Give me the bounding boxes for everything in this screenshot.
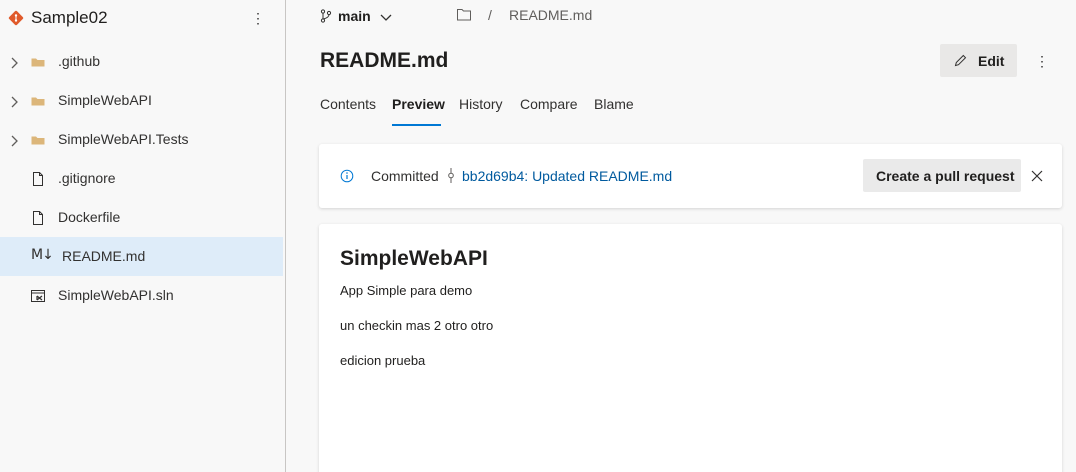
repo-name[interactable]: Sample02 bbox=[31, 8, 108, 28]
tree-item-dockerfile[interactable]: Dockerfile bbox=[0, 198, 283, 237]
readme-preview: SimpleWebAPI App Simple para demo un che… bbox=[319, 224, 1062, 472]
branch-name: main bbox=[338, 8, 371, 24]
page-title: README.md bbox=[320, 49, 449, 72]
pencil-icon bbox=[954, 54, 967, 67]
active-tab-indicator bbox=[392, 124, 441, 126]
git-repo-icon bbox=[8, 10, 24, 26]
tab-blame[interactable]: Blame bbox=[594, 96, 634, 112]
preview-paragraph: App Simple para demo bbox=[340, 283, 473, 298]
folder-icon bbox=[30, 132, 46, 148]
tree-item-simplewebapi[interactable]: SimpleWebAPI bbox=[0, 81, 283, 120]
preview-heading: SimpleWebAPI bbox=[340, 247, 488, 270]
tab-preview[interactable]: Preview bbox=[392, 96, 445, 112]
file-tree: .github SimpleWebAPI SimpleWebAPI.Tests bbox=[0, 42, 285, 315]
visual-studio-solution-icon bbox=[30, 288, 46, 304]
tab-history[interactable]: History bbox=[459, 96, 503, 112]
folder-outline-icon[interactable] bbox=[457, 8, 471, 21]
file-icon bbox=[30, 210, 46, 226]
tree-item-label: SimpleWebAPI bbox=[58, 92, 152, 108]
tree-item-label: SimpleWebAPI.sln bbox=[58, 287, 174, 303]
preview-paragraph: edicion prueba bbox=[340, 353, 426, 368]
repo-header: Sample02 ⋮ bbox=[0, 0, 285, 37]
commit-icon bbox=[446, 168, 456, 184]
tree-item-label: SimpleWebAPI.Tests bbox=[58, 131, 189, 147]
file-tabs: Contents Preview History Compare Blame bbox=[320, 96, 720, 128]
create-pull-request-button[interactable]: Create a pull request bbox=[863, 159, 1021, 192]
git-branch-icon bbox=[320, 9, 332, 23]
tree-item-label: .gitignore bbox=[58, 170, 116, 186]
tree-item-label: README.md bbox=[62, 248, 146, 264]
markdown-icon: M↓ bbox=[31, 247, 54, 263]
chevron-down-icon bbox=[380, 10, 392, 21]
tab-contents[interactable]: Contents bbox=[320, 96, 376, 112]
file-icon bbox=[30, 171, 46, 187]
info-icon bbox=[340, 169, 354, 183]
repo-sidebar: Sample02 ⋮ .github SimpleWebAPI SimpleWe… bbox=[0, 0, 286, 472]
commit-banner: Committed bb2d69b4: Updated README.md Cr… bbox=[319, 144, 1062, 208]
folder-icon bbox=[30, 54, 46, 70]
tree-item-sln[interactable]: SimpleWebAPI.sln bbox=[0, 276, 283, 315]
tree-item-label: .github bbox=[58, 53, 101, 69]
breadcrumb-separator: / bbox=[488, 7, 492, 23]
chevron-right-icon[interactable] bbox=[9, 95, 19, 108]
commit-link[interactable]: bb2d69b4: Updated README.md bbox=[462, 168, 672, 184]
preview-paragraph: un checkin mas 2 otro otro bbox=[340, 318, 494, 333]
commit-label: Committed bbox=[371, 168, 439, 184]
breadcrumb-file[interactable]: README.md bbox=[509, 7, 592, 23]
folder-icon bbox=[30, 93, 46, 109]
main-panel: main / README.md README.md Edit ⋮ Conten… bbox=[286, 0, 1076, 472]
tree-item-simplewebapi-tests[interactable]: SimpleWebAPI.Tests bbox=[0, 120, 283, 159]
close-icon[interactable] bbox=[1030, 169, 1044, 183]
tree-item-readme[interactable]: M↓ README.md bbox=[0, 237, 283, 276]
tab-compare[interactable]: Compare bbox=[520, 96, 578, 112]
chevron-right-icon[interactable] bbox=[9, 134, 19, 147]
tree-item-gitignore[interactable]: .gitignore bbox=[0, 159, 283, 198]
repo-more-icon[interactable]: ⋮ bbox=[250, 8, 266, 28]
edit-button-label: Edit bbox=[978, 53, 1005, 69]
chevron-right-icon[interactable] bbox=[9, 56, 19, 69]
more-actions-icon[interactable]: ⋮ bbox=[1034, 51, 1050, 71]
tree-item-label: Dockerfile bbox=[58, 209, 121, 225]
edit-button[interactable]: Edit bbox=[940, 44, 1017, 77]
create-pull-request-label: Create a pull request bbox=[876, 168, 1015, 184]
tree-item-github[interactable]: .github bbox=[0, 42, 283, 81]
